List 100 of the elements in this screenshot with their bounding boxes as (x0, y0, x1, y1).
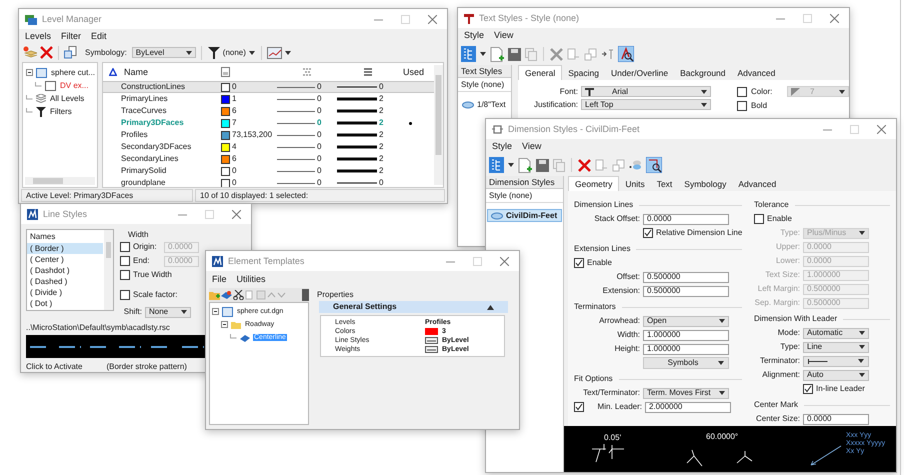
list-item[interactable]: ( Dot ) (27, 298, 103, 309)
list-view-icon[interactable] (461, 46, 476, 62)
menu-item[interactable]: Filter (61, 32, 82, 40)
tab[interactable]: Geometry (568, 176, 620, 191)
save-icon[interactable] (536, 158, 549, 172)
input-field[interactable]: 0.500000 (643, 272, 729, 282)
preview-toggle-icon[interactable] (646, 157, 662, 173)
checkbox[interactable] (574, 402, 584, 412)
tab[interactable]: Symbology (678, 177, 732, 191)
delete-icon[interactable] (550, 48, 563, 60)
section-header[interactable]: General Settings (319, 301, 508, 313)
table-row[interactable]: TraceCurves 6 0 2 (103, 105, 434, 117)
sort-icon[interactable] (109, 68, 117, 76)
list-item[interactable]: Style (none) (458, 78, 511, 92)
menu-item[interactable]: View (522, 142, 542, 151)
dropdown[interactable]: Line (803, 342, 869, 352)
preview-toggle-icon[interactable] (618, 46, 634, 62)
tree-item[interactable]: sphere cut... (50, 68, 96, 76)
close-icon[interactable] (428, 14, 437, 24)
tab[interactable]: Units (619, 177, 651, 191)
close-icon[interactable] (500, 256, 509, 266)
dropdown[interactable]: Open (643, 316, 729, 326)
list-item[interactable]: ( Divide ) (27, 287, 103, 298)
menu-item[interactable]: Edit (91, 32, 107, 40)
list-item[interactable]: CivilDim-Feet (487, 209, 562, 222)
dropdown[interactable]: ByLevel (132, 47, 196, 58)
import-icon[interactable] (64, 46, 78, 59)
checkbox[interactable] (737, 86, 747, 96)
menu-item[interactable]: File (212, 275, 227, 284)
input-field[interactable]: 1.000000 (643, 330, 729, 340)
table-row[interactable]: groundplane 0 0 0 (103, 177, 434, 187)
tab[interactable]: Background (674, 66, 732, 80)
scrollbar[interactable] (434, 63, 443, 187)
input-field[interactable]: 0.0000 (803, 414, 869, 424)
tree-item[interactable]: DV ex... (59, 82, 90, 90)
menu-item[interactable]: Style (464, 31, 484, 40)
delete-icon[interactable] (578, 158, 591, 172)
dropdown[interactable]: Auto (803, 370, 869, 380)
table-row[interactable]: ConstructionLines 0 0 0 (103, 81, 434, 93)
checkbox[interactable] (120, 290, 130, 300)
dropdown[interactable]: Arial (581, 86, 711, 97)
table-row[interactable]: SecondaryLines 6 0 2 (103, 153, 434, 165)
close-icon[interactable] (830, 14, 839, 22)
update-icon[interactable] (601, 48, 614, 60)
input-field[interactable]: 2.000000 (645, 402, 731, 412)
input-field[interactable]: 0.0000 (643, 214, 729, 224)
color-column-icon[interactable] (221, 67, 230, 77)
table-row[interactable]: Secondary3DFaces 4 0 2 (103, 141, 434, 153)
dropdown[interactable]: Left Top (581, 99, 711, 110)
input-field[interactable]: 1.000000 (643, 344, 729, 354)
new-template-icon[interactable] (221, 290, 232, 300)
checkbox[interactable] (643, 228, 653, 238)
menu-item[interactable]: View (494, 31, 514, 40)
dropdown[interactable]: Automatic (803, 328, 869, 338)
menu-item[interactable]: Levels (25, 32, 52, 40)
list-item[interactable]: ( Border ) (27, 243, 103, 254)
table-row[interactable]: Primary3DFaces 7 0 2 (103, 117, 434, 129)
table-row[interactable]: PrimarySolid 0 0 2 (103, 165, 434, 177)
expand-icon[interactable] (26, 69, 33, 76)
expand-icon[interactable] (221, 321, 228, 328)
tab[interactable]: Advanced (732, 177, 782, 191)
new-folder-icon[interactable] (209, 290, 220, 300)
close-icon[interactable] (877, 124, 886, 134)
new-style-icon[interactable] (518, 158, 532, 172)
save-icon[interactable] (508, 48, 521, 60)
tree-item[interactable]: All Levels (49, 94, 86, 102)
tab[interactable]: Advanced (732, 66, 782, 80)
dropdown[interactable] (803, 356, 869, 366)
list-item[interactable]: Style (none) (486, 189, 563, 203)
list-item[interactable]: ( Center ) (27, 254, 103, 265)
checkbox[interactable] (737, 100, 747, 110)
checkbox[interactable] (574, 258, 584, 268)
collapse-icon[interactable] (487, 304, 494, 310)
column-header[interactable]: Name (121, 68, 148, 76)
list-item[interactable]: 1/8"Text (459, 98, 510, 111)
filter-dropdown[interactable]: (none) (206, 46, 256, 60)
list-view-icon[interactable] (489, 157, 504, 173)
checkbox[interactable] (754, 214, 764, 224)
expand-icon[interactable] (212, 308, 219, 315)
column-header[interactable]: Used (402, 68, 432, 76)
tab[interactable]: General (518, 65, 562, 80)
tab[interactable]: Spacing (562, 66, 605, 80)
dropdown[interactable]: Term. Moves First (643, 388, 729, 398)
tab[interactable]: Under/Overline (604, 66, 674, 80)
checkbox[interactable] (803, 384, 813, 394)
tree-item[interactable]: Filters (49, 108, 73, 116)
cut-icon[interactable] (233, 290, 244, 300)
style-column-icon[interactable] (302, 67, 312, 77)
new-style-icon[interactable] (490, 46, 504, 62)
input-field[interactable]: 0.500000 (643, 286, 729, 296)
close-icon[interactable] (232, 210, 241, 218)
toolbar-grip[interactable] (302, 289, 309, 301)
list-item[interactable]: ( Dashdot ) (27, 265, 103, 276)
scrollbar[interactable] (104, 230, 113, 310)
table-row[interactable]: Profiles 73,153,200 0 2 (103, 129, 434, 141)
weight-column-icon[interactable] (363, 67, 373, 77)
menu-item[interactable]: Utilities (236, 275, 266, 284)
scrollbar[interactable] (25, 177, 95, 185)
checkbox[interactable] (120, 270, 130, 280)
dropdown[interactable]: None (145, 306, 191, 318)
